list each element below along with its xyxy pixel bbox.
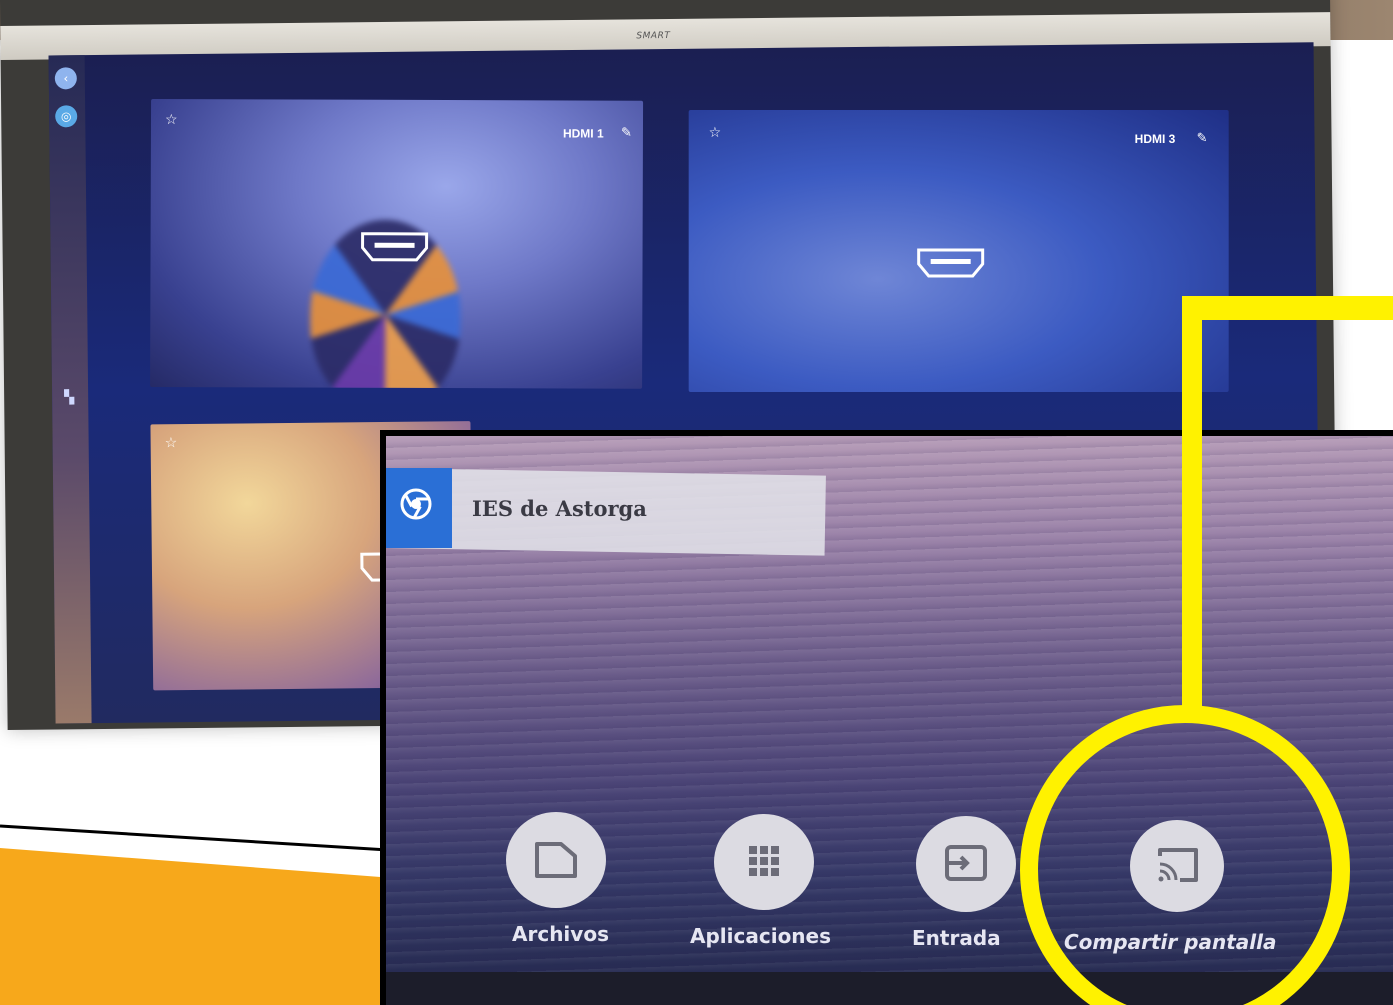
files-button[interactable]	[506, 812, 606, 908]
input-tile-hdmi-3[interactable]: ☆ HDMI 3 ✎	[688, 109, 1229, 392]
pencil-icon[interactable]: ✎	[1197, 131, 1208, 146]
callout-line-vertical	[1182, 296, 1202, 720]
chrome-sidebar-icon[interactable]: ◎	[55, 105, 78, 128]
input-icon	[945, 845, 987, 881]
pencil-icon[interactable]: ✎	[621, 126, 632, 141]
brand-logo: SMART	[636, 30, 671, 42]
apps-grid-icon	[749, 846, 779, 876]
back-icon[interactable]: ‹	[54, 67, 77, 90]
input-label: Entrada	[912, 926, 1001, 950]
chrome-window-title: IES de Astorga	[472, 496, 647, 521]
orange-edge-line	[0, 824, 420, 854]
tile-label-hdmi-3: HDMI 3	[1134, 131, 1176, 146]
callout-line-horizontal	[1182, 296, 1393, 320]
input-tile-hdmi-1[interactable]: ☆ HDMI 1 ✎	[150, 99, 644, 389]
star-icon[interactable]: ☆	[709, 125, 722, 141]
folder-icon	[535, 842, 577, 878]
apps-label: Aplicaciones	[690, 924, 832, 948]
star-icon[interactable]: ☆	[165, 112, 178, 128]
hdmi-icon	[917, 248, 985, 278]
files-label: Archivos	[512, 922, 609, 946]
hdmi-icon	[361, 232, 429, 262]
chrome-icon	[400, 488, 432, 520]
input-button[interactable]	[916, 816, 1016, 912]
tile-label-hdmi-1: HDMI 1	[562, 126, 604, 141]
apps-grid-icon[interactable]: ▚	[64, 390, 78, 405]
apps-button[interactable]	[714, 814, 814, 910]
star-icon[interactable]: ☆	[165, 435, 178, 451]
